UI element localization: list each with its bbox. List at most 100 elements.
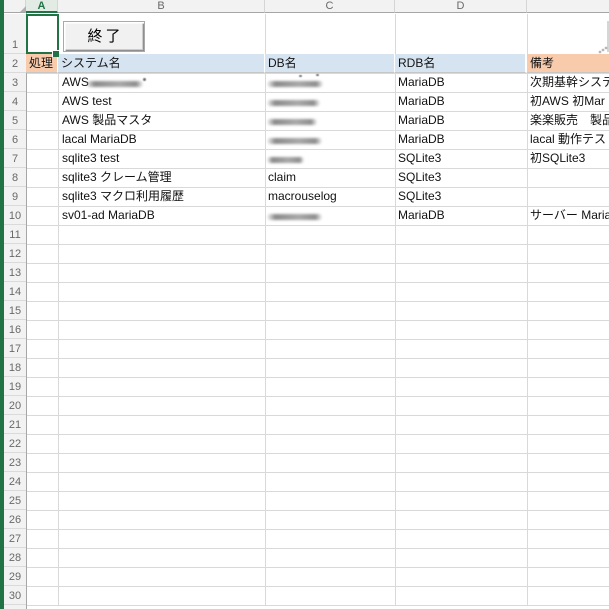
cell-c9-db[interactable]: macrouselog	[268, 187, 337, 206]
row-header-12[interactable]: 12	[4, 244, 26, 263]
row-header-1[interactable]: 1	[4, 14, 26, 54]
row-header-5[interactable]: 5	[4, 111, 26, 130]
cell-e7-note[interactable]: 初SQLite3	[530, 149, 585, 168]
cell-d5-rdb[interactable]: MariaDB	[398, 111, 445, 130]
selected-cell-a1[interactable]	[26, 14, 59, 54]
edge-object-dot	[605, 47, 607, 49]
row-header-27[interactable]: 27	[4, 529, 26, 548]
cell-b5-system[interactable]: AWS 製品マスタ	[62, 111, 152, 130]
cell-b9-system[interactable]: sqlite3 マクロ利用履歴	[62, 187, 184, 206]
excel-worksheet: A B C D 1 2 3 4 5 6 7 8 9 10 11 12 13 14 15 16 17 18 19 20 2…	[0, 0, 609, 609]
gridline-h	[26, 339, 609, 340]
column-header-a[interactable]: A	[26, 0, 58, 13]
cell-d7-rdb[interactable]: SQLite3	[398, 149, 441, 168]
gridline-h	[26, 510, 609, 511]
row-header-28[interactable]: 28	[4, 548, 26, 567]
header-cell-rdb[interactable]: RDB名	[395, 54, 527, 73]
header-cell-db[interactable]: DB名	[265, 54, 395, 73]
row-header-3[interactable]: 3	[4, 73, 26, 92]
gridline-h	[26, 605, 609, 606]
gridline-h	[26, 548, 609, 549]
cell-b6-system[interactable]: lacal MariaDB	[62, 130, 137, 149]
column-header-b[interactable]: B	[58, 0, 265, 13]
cell-d8-rdb[interactable]: SQLite3	[398, 168, 441, 187]
row-header-23[interactable]: 23	[4, 453, 26, 472]
cell-b3-system[interactable]: AWS	[62, 73, 89, 92]
cell-d6-rdb[interactable]: MariaDB	[398, 130, 445, 149]
row-header-2[interactable]: 2	[4, 54, 26, 73]
cell-e5-note[interactable]: 楽楽販売 製品	[530, 111, 609, 130]
gridline-h	[26, 263, 609, 264]
redacted-c5	[267, 119, 317, 125]
row-header-19[interactable]: 19	[4, 377, 26, 396]
column-header-e-partial[interactable]	[527, 0, 609, 13]
cell-e4-note[interactable]: 初AWS 初Mar	[530, 92, 605, 111]
row-header-21[interactable]: 21	[4, 415, 26, 434]
gridline-h	[26, 586, 609, 587]
row-header-13[interactable]: 13	[4, 263, 26, 282]
row-header-16[interactable]: 16	[4, 320, 26, 339]
select-all-corner[interactable]	[4, 0, 28, 13]
edge-object-dot	[602, 49, 604, 51]
redacted-b3-dot	[143, 78, 146, 81]
row-header-border	[26, 13, 27, 609]
row-header-4[interactable]: 4	[4, 92, 26, 111]
gridline-h	[26, 529, 609, 530]
redacted-b3	[86, 81, 143, 87]
header-cell-system[interactable]: システム名	[58, 54, 265, 73]
row-header-8[interactable]: 8	[4, 168, 26, 187]
redacted-c7	[267, 157, 304, 163]
edge-object-dot	[599, 51, 601, 53]
redacted-c3	[267, 81, 323, 87]
redacted-c3-dot	[316, 74, 319, 76]
excel-window-edge	[0, 0, 4, 609]
cell-c8-db[interactable]: claim	[268, 168, 296, 187]
row-header-partial-31	[4, 605, 26, 609]
row-header-15[interactable]: 15	[4, 301, 26, 320]
row-header-7[interactable]: 7	[4, 149, 26, 168]
redacted-c3-dot	[299, 75, 302, 77]
cell-d4-rdb[interactable]: MariaDB	[398, 92, 445, 111]
row-header-25[interactable]: 25	[4, 491, 26, 510]
row-header-20[interactable]: 20	[4, 396, 26, 415]
row-header-26[interactable]: 26	[4, 510, 26, 529]
gridline-h	[26, 320, 609, 321]
header-cell-note[interactable]: 備考	[527, 54, 609, 73]
redacted-c10	[267, 214, 322, 220]
gridline-h	[26, 434, 609, 435]
cell-d3-rdb[interactable]: MariaDB	[398, 73, 445, 92]
fill-handle[interactable]	[52, 50, 59, 57]
row-header-30[interactable]: 30	[4, 586, 26, 605]
row-header-6[interactable]: 6	[4, 130, 26, 149]
row-header-22[interactable]: 22	[4, 434, 26, 453]
column-header-d[interactable]: D	[395, 0, 527, 13]
cell-d10-rdb[interactable]: MariaDB	[398, 206, 445, 225]
column-header-c[interactable]: C	[265, 0, 395, 13]
cell-e10-note[interactable]: サーバー Maria	[530, 206, 609, 225]
gridline-h	[26, 377, 609, 378]
gridline-h	[26, 415, 609, 416]
gridline-h	[26, 301, 609, 302]
cell-d9-rdb[interactable]: SQLite3	[398, 187, 441, 206]
row-header-10[interactable]: 10	[4, 206, 26, 225]
gridline-h	[26, 491, 609, 492]
cell-b8-system[interactable]: sqlite3 クレーム管理	[62, 168, 172, 187]
redacted-c6	[267, 138, 322, 144]
cell-b7-system[interactable]: sqlite3 test	[62, 149, 119, 168]
gridline-h	[26, 282, 609, 283]
gridline-v	[395, 14, 396, 605]
cell-b10-system[interactable]: sv01-ad MariaDB	[62, 206, 155, 225]
cell-e3-note[interactable]: 次期基幹システ	[530, 73, 609, 92]
gridline-h	[26, 244, 609, 245]
row-header-17[interactable]: 17	[4, 339, 26, 358]
row-header-18[interactable]: 18	[4, 358, 26, 377]
cell-b4-system[interactable]: AWS test	[62, 92, 112, 111]
gridline-h	[26, 567, 609, 568]
row-header-14[interactable]: 14	[4, 282, 26, 301]
exit-button[interactable]: 終了	[63, 21, 145, 52]
row-header-9[interactable]: 9	[4, 187, 26, 206]
row-header-29[interactable]: 29	[4, 567, 26, 586]
row-header-24[interactable]: 24	[4, 472, 26, 491]
cell-e6-note[interactable]: lacal 動作テス	[530, 130, 606, 149]
row-header-11[interactable]: 11	[4, 225, 26, 244]
